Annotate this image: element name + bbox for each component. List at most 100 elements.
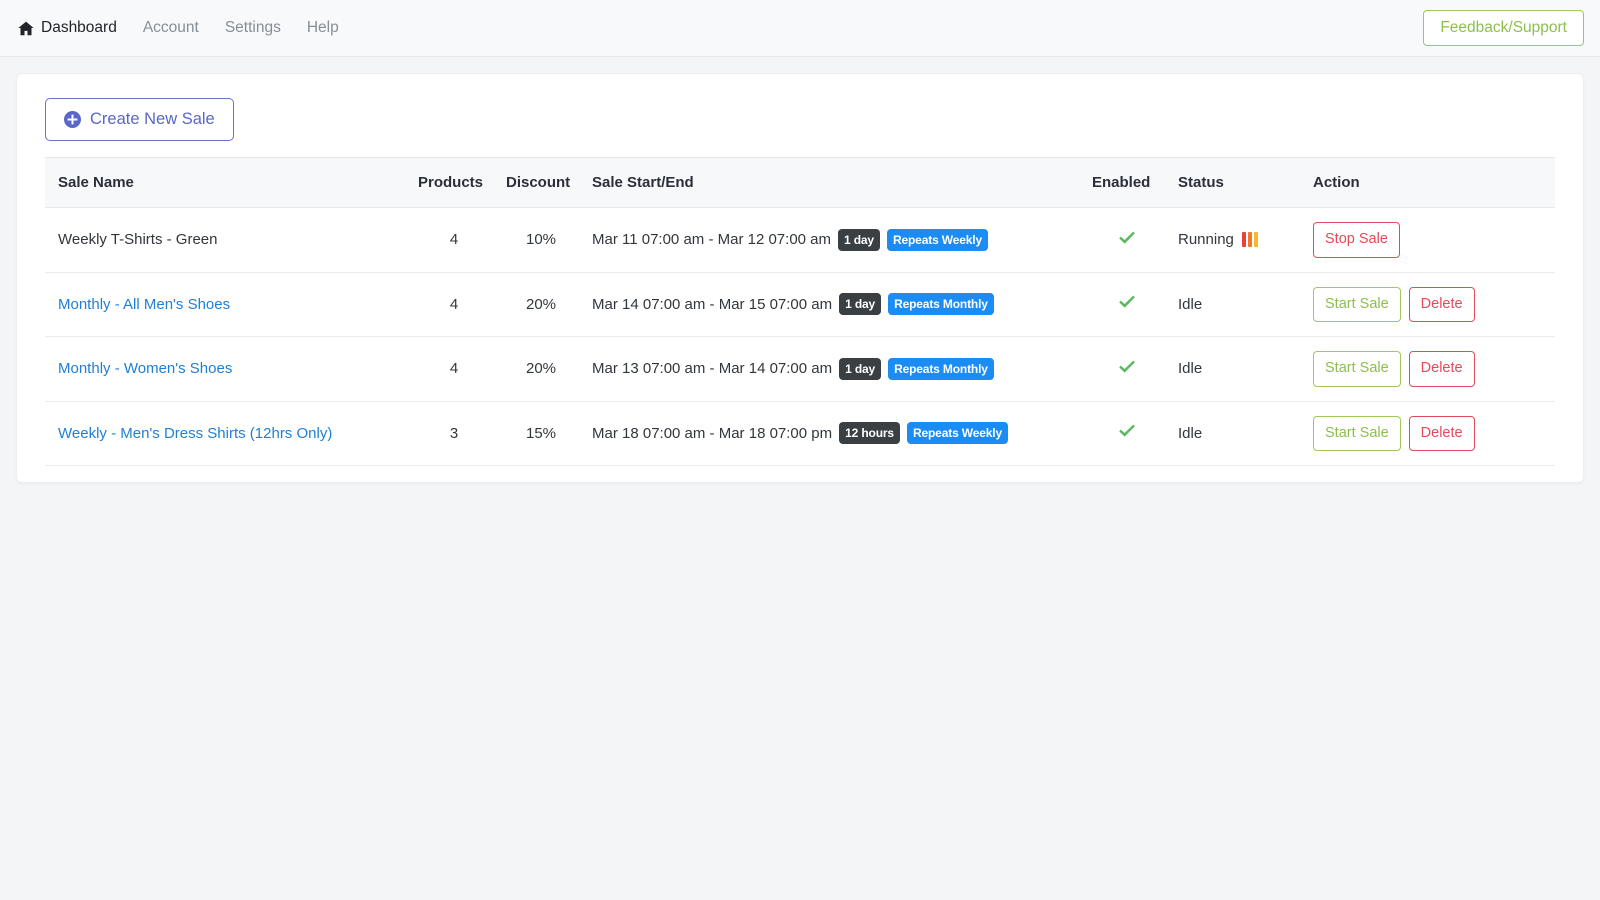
delete-button[interactable]: Delete bbox=[1408, 415, 1475, 451]
cell-discount: 10% bbox=[498, 207, 584, 273]
cell-action: Start Sale Delete bbox=[1305, 401, 1555, 466]
sales-table: Sale Name Products Discount Sale Start/E… bbox=[45, 157, 1555, 466]
cell-status: Idle bbox=[1170, 272, 1305, 337]
duration-badge: 1 day bbox=[839, 357, 882, 380]
cell-sale-dates: Mar 18 07:00 am - Mar 18 07:00 pm 12 hour… bbox=[584, 401, 1084, 466]
cell-products: 3 bbox=[410, 401, 498, 466]
check-icon[interactable] bbox=[1118, 359, 1136, 375]
cell-sale-name: Monthly - Women's Shoes bbox=[45, 336, 410, 402]
sale-dates-wrap: Mar 13 07:00 am - Mar 14 07:00 am 1 day Re… bbox=[592, 357, 1076, 380]
nav-item-dashboard[interactable]: Dashboard bbox=[18, 20, 117, 36]
column-header-status: Status bbox=[1170, 157, 1305, 208]
status-wrap: Running bbox=[1178, 231, 1297, 248]
cell-products: 4 bbox=[410, 207, 498, 273]
nav-item-help[interactable]: Help bbox=[307, 20, 339, 36]
cell-products: 4 bbox=[410, 336, 498, 402]
table-header-row: Sale Name Products Discount Sale Start/E… bbox=[45, 157, 1555, 208]
delete-button[interactable]: Delete bbox=[1408, 351, 1475, 387]
home-icon bbox=[18, 21, 34, 36]
cell-discount: 20% bbox=[498, 336, 584, 402]
running-bars-icon bbox=[1241, 232, 1258, 248]
cell-sale-dates: Mar 14 07:00 am - Mar 15 07:00 am 1 day Re… bbox=[584, 272, 1084, 337]
action-buttons: Stop Sale bbox=[1313, 222, 1547, 258]
cell-sale-name: Weekly - Men's Dress Shirts (12hrs Only) bbox=[45, 401, 410, 466]
sales-table-head: Sale Name Products Discount Sale Start/E… bbox=[45, 157, 1555, 208]
status-badge: Idle bbox=[1178, 295, 1203, 313]
cell-products: 4 bbox=[410, 272, 498, 337]
repeat-badge: Repeats Weekly bbox=[906, 422, 1009, 445]
check-icon[interactable] bbox=[1118, 423, 1136, 439]
cell-sale-dates: Mar 11 07:00 am - Mar 12 07:00 am 1 day Re… bbox=[584, 207, 1084, 273]
cell-status: Running bbox=[1170, 207, 1305, 273]
delete-button[interactable]: Delete bbox=[1408, 286, 1475, 322]
nav-item-settings[interactable]: Settings bbox=[225, 20, 281, 36]
sales-card: Create New Sale Sale Name Products Disco… bbox=[16, 73, 1584, 483]
check-icon[interactable] bbox=[1118, 294, 1136, 310]
cell-action: Stop Sale bbox=[1305, 207, 1555, 273]
action-buttons: Start Sale Delete bbox=[1313, 351, 1547, 387]
cell-sale-dates: Mar 13 07:00 am - Mar 14 07:00 am 1 day Re… bbox=[584, 336, 1084, 402]
top-navbar: Dashboard Account Settings Help Feedback… bbox=[0, 0, 1600, 57]
create-new-sale-button[interactable]: Create New Sale bbox=[45, 98, 234, 141]
action-buttons: Start Sale Delete bbox=[1313, 415, 1547, 451]
column-header-sale-dates: Sale Start/End bbox=[584, 157, 1084, 208]
start-sale-button[interactable]: Start Sale bbox=[1313, 286, 1401, 322]
feedback-support-button[interactable]: Feedback/Support bbox=[1423, 9, 1584, 47]
column-header-enabled: Enabled bbox=[1084, 157, 1170, 208]
sale-name-text: Weekly T-Shirts - Green bbox=[58, 231, 218, 249]
sale-date-range: Mar 11 07:00 am - Mar 12 07:00 am bbox=[592, 231, 832, 249]
duration-badge: 1 day bbox=[838, 228, 880, 251]
status-wrap: Idle bbox=[1178, 296, 1297, 313]
status-badge: Idle bbox=[1178, 424, 1203, 442]
cell-status: Idle bbox=[1170, 401, 1305, 466]
sale-dates-wrap: Mar 18 07:00 am - Mar 18 07:00 pm 12 hour… bbox=[592, 422, 1076, 445]
cell-action: Start Sale Delete bbox=[1305, 336, 1555, 402]
sales-table-body: Weekly T-Shirts - Green 4 10% Mar 11 07:00 … bbox=[45, 207, 1555, 466]
status-badge: Running bbox=[1178, 231, 1234, 249]
status-badge: Idle bbox=[1178, 360, 1203, 378]
start-sale-button[interactable]: Start Sale bbox=[1313, 415, 1401, 451]
cell-sale-name: Monthly - All Men's Shoes bbox=[45, 272, 410, 337]
sale-name-link[interactable]: Monthly - All Men's Shoes bbox=[58, 296, 230, 313]
check-icon[interactable] bbox=[1118, 230, 1136, 246]
sale-date-range: Mar 18 07:00 am - Mar 18 07:00 pm bbox=[592, 424, 833, 442]
table-row: Monthly - All Men's Shoes 4 20% Mar 14 07:0… bbox=[45, 272, 1555, 337]
plus-circle-icon bbox=[64, 111, 81, 128]
sale-dates-wrap: Mar 11 07:00 am - Mar 12 07:00 am 1 day Re… bbox=[592, 228, 1076, 251]
sale-date-range: Mar 13 07:00 am - Mar 14 07:00 am bbox=[592, 360, 833, 378]
table-row: Weekly - Men's Dress Shirts (12hrs Only)… bbox=[45, 401, 1555, 466]
cell-enabled bbox=[1084, 401, 1170, 466]
stop-sale-button[interactable]: Stop Sale bbox=[1313, 222, 1400, 258]
nav-item-dashboard-label: Dashboard bbox=[41, 19, 117, 37]
repeat-badge: Repeats Monthly bbox=[888, 357, 994, 380]
sale-name-link[interactable]: Monthly - Women's Shoes bbox=[58, 360, 232, 377]
status-wrap: Idle bbox=[1178, 425, 1297, 442]
cell-status: Idle bbox=[1170, 336, 1305, 402]
nav-links: Dashboard Account Settings Help bbox=[18, 20, 339, 36]
duration-badge: 1 day bbox=[839, 293, 882, 316]
start-sale-button[interactable]: Start Sale bbox=[1313, 351, 1401, 387]
cell-discount: 20% bbox=[498, 272, 584, 337]
column-header-action: Action bbox=[1305, 157, 1555, 208]
action-buttons: Start Sale Delete bbox=[1313, 286, 1547, 322]
column-header-products: Products bbox=[410, 157, 498, 208]
status-wrap: Idle bbox=[1178, 360, 1297, 377]
sale-date-range: Mar 14 07:00 am - Mar 15 07:00 am bbox=[592, 295, 833, 313]
cell-sale-name: Weekly T-Shirts - Green bbox=[45, 207, 410, 273]
sale-name-link[interactable]: Weekly - Men's Dress Shirts (12hrs Only) bbox=[58, 425, 332, 442]
cell-action: Start Sale Delete bbox=[1305, 272, 1555, 337]
cell-discount: 15% bbox=[498, 401, 584, 466]
sales-table-wrap: Sale Name Products Discount Sale Start/E… bbox=[45, 157, 1555, 466]
duration-badge: 12 hours bbox=[839, 422, 900, 445]
table-row: Weekly T-Shirts - Green 4 10% Mar 11 07:00 … bbox=[45, 207, 1555, 273]
sale-dates-wrap: Mar 14 07:00 am - Mar 15 07:00 am 1 day Re… bbox=[592, 293, 1076, 316]
page-body: Create New Sale Sale Name Products Disco… bbox=[0, 57, 1600, 499]
column-header-sale-name: Sale Name bbox=[45, 157, 410, 208]
table-row: Monthly - Women's Shoes 4 20% Mar 13 07:00 … bbox=[45, 336, 1555, 402]
create-new-sale-label: Create New Sale bbox=[90, 110, 215, 129]
repeat-badge: Repeats Monthly bbox=[888, 293, 994, 316]
cell-enabled bbox=[1084, 207, 1170, 273]
nav-item-account[interactable]: Account bbox=[143, 20, 199, 36]
column-header-discount: Discount bbox=[498, 157, 584, 208]
cell-enabled bbox=[1084, 272, 1170, 337]
